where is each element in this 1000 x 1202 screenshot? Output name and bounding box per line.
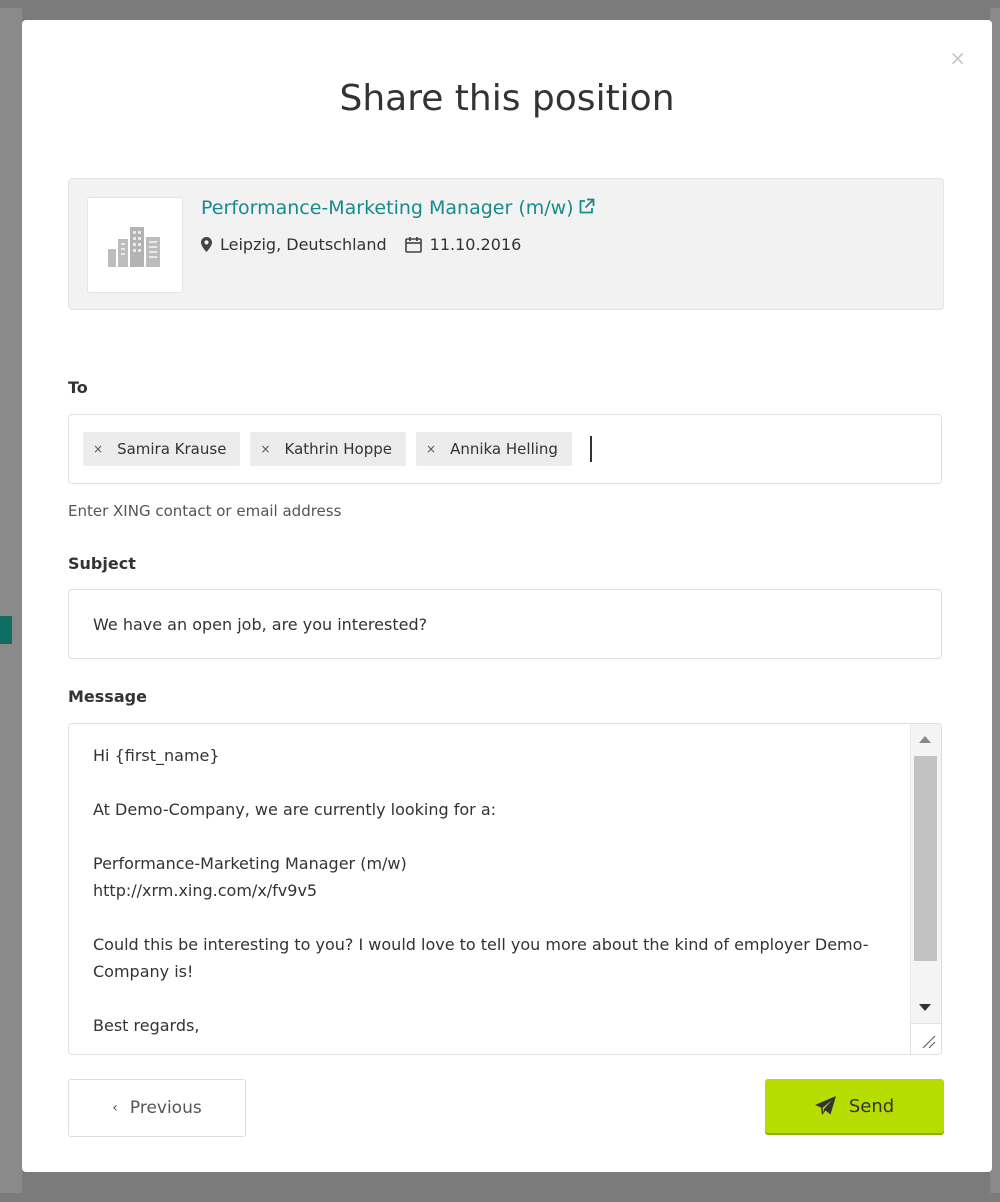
- job-title-link[interactable]: Performance-Marketing Manager (m/w): [201, 197, 595, 219]
- recipient-chip: × Annika Helling: [416, 432, 572, 466]
- background-page-left: [0, 8, 22, 1193]
- scroll-down-arrow-icon[interactable]: [919, 1004, 931, 1011]
- scroll-up-arrow-icon[interactable]: [919, 736, 931, 743]
- to-label: To: [68, 378, 88, 397]
- recipient-name: Samira Krause: [117, 440, 227, 458]
- message-text: Hi {first_name} At Demo-Company, we are …: [93, 746, 869, 1035]
- send-label: Send: [848, 1095, 895, 1117]
- job-title: Performance-Marketing Manager (m/w): [201, 197, 574, 219]
- map-marker-icon: [201, 237, 212, 252]
- job-meta: Leipzig, Deutschland 11.10.2016: [201, 235, 521, 254]
- recipients-hint: Enter XING contact or email address: [68, 502, 342, 520]
- close-icon[interactable]: ×: [949, 48, 966, 68]
- resize-handle-icon[interactable]: [910, 1023, 941, 1054]
- previous-label: Previous: [129, 1098, 202, 1118]
- subject-label: Subject: [68, 554, 136, 573]
- paper-plane-icon: [814, 1096, 836, 1115]
- message-label: Message: [68, 687, 147, 706]
- modal-title: Share this position: [339, 78, 675, 119]
- remove-recipient-icon[interactable]: ×: [93, 442, 103, 456]
- recipient-name: Kathrin Hoppe: [284, 440, 393, 458]
- chevron-left-icon: ‹: [112, 1100, 118, 1116]
- message-scrollbar[interactable]: [910, 724, 941, 1054]
- recipient-chip: × Kathrin Hoppe: [250, 432, 406, 466]
- background-tag: [0, 616, 12, 644]
- recipients-field[interactable]: × Samira Krause × Kathrin Hoppe × Annika…: [68, 414, 942, 484]
- job-card: Performance-Marketing Manager (m/w) Leip…: [68, 178, 944, 310]
- job-location: Leipzig, Deutschland: [220, 235, 387, 254]
- message-textarea[interactable]: Hi {first_name} At Demo-Company, we are …: [68, 723, 942, 1055]
- share-position-modal: × Share this position Performance-Market…: [22, 20, 992, 1172]
- remove-recipient-icon[interactable]: ×: [426, 442, 436, 456]
- send-button[interactable]: Send: [765, 1079, 944, 1133]
- recipient-name: Annika Helling: [450, 440, 558, 458]
- remove-recipient-icon[interactable]: ×: [260, 442, 270, 456]
- job-date: 11.10.2016: [429, 235, 522, 254]
- company-logo: [87, 197, 183, 293]
- text-cursor: [589, 436, 592, 462]
- external-link-icon: [579, 198, 594, 214]
- calendar-icon: [404, 236, 422, 253]
- scroll-thumb[interactable]: [914, 756, 937, 961]
- recipient-chip: × Samira Krause: [83, 432, 241, 466]
- previous-button[interactable]: ‹ Previous: [68, 1079, 246, 1137]
- subject-input[interactable]: We have an open job, are you interested?: [68, 589, 942, 659]
- building-icon: [108, 227, 160, 267]
